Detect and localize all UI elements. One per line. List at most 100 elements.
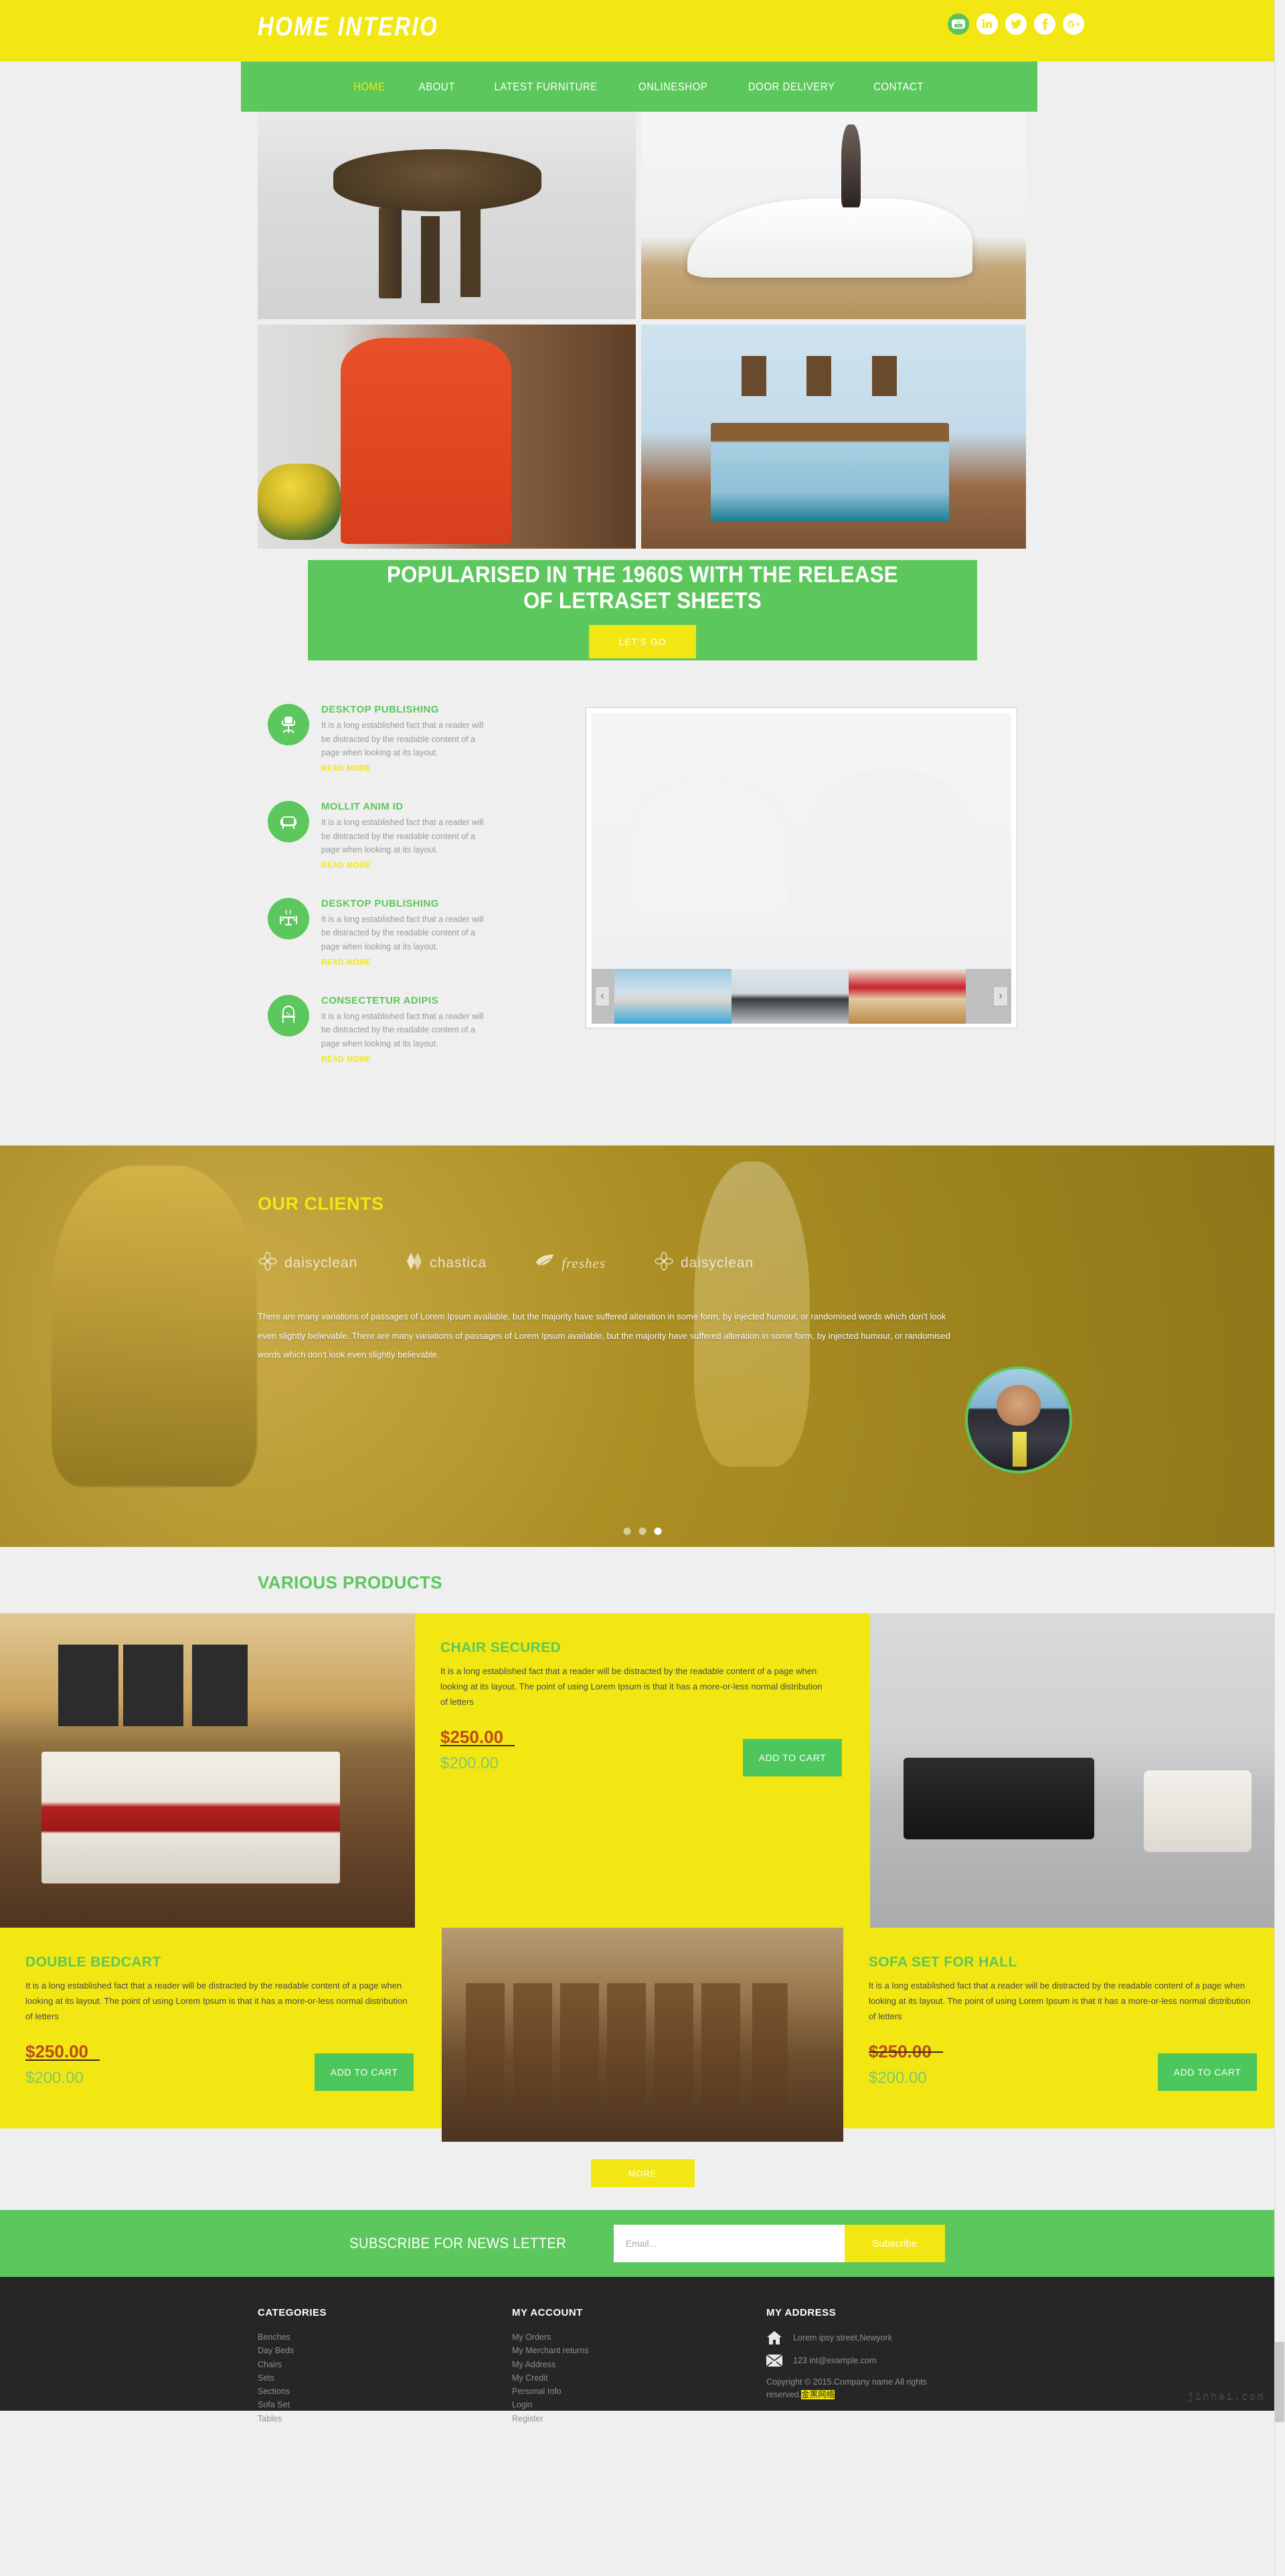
feature-read-more-link[interactable]: READ MORE bbox=[321, 765, 371, 773]
googleplus-icon[interactable] bbox=[1063, 13, 1084, 35]
social-links: You Tube bbox=[948, 13, 1084, 35]
footer-category-link[interactable]: Sets bbox=[258, 2371, 512, 2385]
feature-text: It is a long established fact that a rea… bbox=[321, 817, 484, 855]
gallery-thumb-3[interactable] bbox=[849, 969, 966, 1024]
newsletter-label: SUBSCRIBE FOR NEWS LETTER bbox=[349, 2235, 567, 2251]
hero-section bbox=[0, 112, 1285, 567]
client-logo-label: chastica bbox=[430, 1255, 487, 1271]
feature-read-more-link[interactable]: READ MORE bbox=[321, 959, 371, 967]
nav-item-contact[interactable]: CONTACT bbox=[861, 80, 937, 94]
product-name: DOUBLE BEDCART bbox=[25, 1954, 161, 1970]
product-name: SOFA SET FOR HALL bbox=[868, 1954, 1017, 1970]
carousel-dot-1[interactable] bbox=[623, 1528, 631, 1535]
client-logo-daisyclean: daisyclean bbox=[654, 1251, 754, 1275]
feature-item: MOLLIT ANIM ID It is a long established f… bbox=[268, 800, 535, 871]
nav-item-onlineshop[interactable]: ONLINESHOP bbox=[626, 80, 721, 94]
hero-image-grid bbox=[258, 112, 1027, 553]
nav-item-door-delivery[interactable]: DOOR DELIVERY bbox=[735, 80, 847, 94]
newsletter-email-input[interactable] bbox=[613, 2225, 845, 2262]
footer-column-categories: CATEGORIES Benches Day Beds Chairs Sets Sect… bbox=[258, 2307, 512, 2425]
footer-account-link[interactable]: My Credit bbox=[512, 2371, 766, 2385]
product-card-double-bedcart: DOUBLE BEDCART It is a long established … bbox=[0, 1928, 442, 2128]
gallery-next-arrow[interactable]: › bbox=[993, 986, 1008, 1006]
feature-title: DESKTOP PUBLISHING bbox=[321, 704, 439, 715]
scrollbar-thumb[interactable] bbox=[1275, 2342, 1284, 2422]
product-card-chair-secured: CHAIR SECURED It is a long established f… bbox=[415, 1613, 870, 1928]
envelope-icon bbox=[766, 2355, 782, 2367]
footer-account-link[interactable]: Login bbox=[512, 2398, 766, 2411]
feature-read-more-link[interactable]: READ MORE bbox=[321, 862, 371, 870]
footer-title-address: MY ADDRESS bbox=[766, 2307, 837, 2318]
product-image-living-room bbox=[870, 1613, 1285, 1928]
hero-image-bedroom bbox=[641, 325, 1026, 549]
nav-item-home[interactable]: HOME bbox=[341, 80, 398, 94]
product-old-price: $250.00 bbox=[440, 1727, 515, 1748]
feature-title: CONSECTETUR ADIPIS bbox=[321, 994, 438, 1006]
footer-account-link[interactable]: Personal Info bbox=[512, 2385, 766, 2398]
armchair-icon bbox=[268, 800, 309, 842]
add-to-cart-button[interactable]: ADD TO CART bbox=[1158, 2053, 1257, 2091]
feature-read-more-link[interactable]: READ MORE bbox=[321, 1056, 371, 1064]
gallery-thumb-1[interactable] bbox=[614, 969, 732, 1024]
footer-category-link[interactable]: Sections bbox=[258, 2385, 512, 2398]
footer-account-link[interactable]: My Merchant returns bbox=[512, 2344, 766, 2357]
diamond-icon bbox=[406, 1251, 423, 1275]
footer-category-link[interactable]: Day Beds bbox=[258, 2344, 512, 2357]
footer-account-link[interactable]: Register bbox=[512, 2412, 766, 2425]
nav-wrapper: HOME ABOUT LATEST FURNITURE ONLINESHOP DOOR … bbox=[0, 62, 1285, 112]
footer-account-link[interactable]: My Orders bbox=[512, 2330, 766, 2344]
flower-icon bbox=[258, 1251, 278, 1275]
client-logos: daisyclean chastica freshes daisyclean bbox=[258, 1251, 1285, 1275]
nav-item-latest-furniture[interactable]: LATEST FURNITURE bbox=[481, 80, 610, 94]
footer-account-link[interactable]: My Address bbox=[512, 2358, 766, 2371]
gallery-thumbnails: ‹ › bbox=[592, 969, 1011, 1024]
footer-category-link[interactable]: Tables bbox=[258, 2412, 512, 2425]
feature-item: DESKTOP PUBLISHING It is a long establish… bbox=[268, 704, 535, 774]
feature-text: It is a long established fact that a rea… bbox=[321, 914, 484, 951]
footer-street: Lorem ipsy street,Newyork bbox=[793, 2333, 892, 2342]
promo-wrapper: POPULARISED IN THE 1960S WITH THE RELEAS… bbox=[0, 560, 1285, 667]
add-to-cart-button[interactable]: ADD TO CART bbox=[315, 2053, 414, 2091]
testimonial-carousel-dots bbox=[623, 1528, 662, 1535]
linkedin-icon[interactable] bbox=[976, 13, 998, 35]
feature-title: MOLLIT ANIM ID bbox=[321, 800, 404, 812]
gallery-thumb-2[interactable] bbox=[732, 969, 849, 1024]
client-logo-label: daisyclean bbox=[681, 1255, 754, 1271]
site-logo[interactable]: HOME INTERIO bbox=[258, 12, 438, 42]
gallery-main-image bbox=[592, 713, 1011, 969]
carousel-dot-2[interactable] bbox=[638, 1528, 647, 1535]
clients-title: OUR CLIENTS bbox=[258, 1194, 384, 1214]
footer-copyright-text: Copyright © 2015.Company name All rights… bbox=[766, 2377, 927, 2399]
feature-item: CONSECTETUR ADIPIS It is a long establish… bbox=[268, 994, 535, 1065]
features-gallery-section: DESKTOP PUBLISHING It is a long establish… bbox=[0, 667, 1285, 1145]
product-description: It is a long established fact that a rea… bbox=[440, 1666, 823, 1707]
gallery-prev-arrow[interactable]: ‹ bbox=[595, 986, 610, 1006]
lets-go-button[interactable]: LET'S GO bbox=[589, 625, 696, 659]
facebook-icon[interactable] bbox=[1034, 13, 1055, 35]
testimonial-avatar bbox=[965, 1366, 1072, 1473]
office-chair-icon bbox=[268, 704, 309, 745]
more-products-button[interactable]: MORE bbox=[590, 2159, 695, 2187]
flower-icon bbox=[654, 1251, 674, 1275]
twitter-icon[interactable] bbox=[1005, 13, 1027, 35]
feature-title: DESKTOP PUBLISHING bbox=[321, 897, 439, 909]
product-old-price: $250.00 bbox=[25, 2041, 100, 2062]
promo-heading: POPULARISED IN THE 1960S WITH THE RELEAS… bbox=[387, 561, 898, 614]
product-card-sofa-set: SOFA SET FOR HALL It is a long establish… bbox=[843, 1928, 1285, 2128]
products-section: VARIOUS PRODUCTS CHAIR SECURED It is a l… bbox=[0, 1547, 1285, 2210]
youtube-icon[interactable]: You Tube bbox=[948, 13, 969, 35]
products-row-2: DOUBLE BEDCART It is a long established … bbox=[0, 1928, 1285, 2142]
add-to-cart-button[interactable]: ADD TO CART bbox=[743, 1739, 842, 1776]
carousel-dot-3[interactable] bbox=[654, 1528, 662, 1535]
footer-email: 123 int@example.com bbox=[793, 2356, 877, 2365]
product-gallery: ‹ › bbox=[586, 707, 1017, 1028]
site-footer: CATEGORIES Benches Day Beds Chairs Sets Sect… bbox=[0, 2277, 1285, 2423]
footer-category-link[interactable]: Sofa Set bbox=[258, 2398, 512, 2411]
newsletter-subscribe-button[interactable]: Subscribe bbox=[844, 2225, 945, 2262]
footer-category-link[interactable]: Chairs bbox=[258, 2358, 512, 2371]
footer-category-link[interactable]: Benches bbox=[258, 2330, 512, 2344]
client-logo-chastica: chastica bbox=[406, 1251, 487, 1275]
nav-item-about[interactable]: ABOUT bbox=[406, 80, 468, 94]
footer-column-account: MY ACCOUNT My Orders My Merchant returns M… bbox=[512, 2307, 766, 2425]
footer-title-categories: CATEGORIES bbox=[258, 2307, 327, 2318]
